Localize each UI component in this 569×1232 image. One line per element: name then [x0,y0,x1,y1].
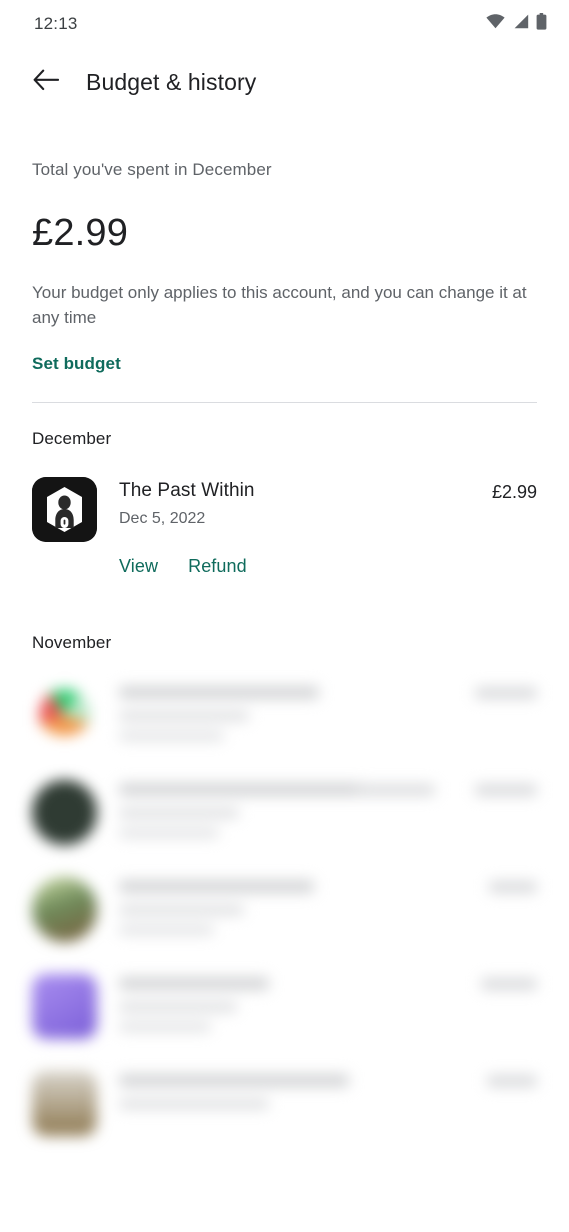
back-arrow-icon [33,69,60,96]
battery-icon [536,13,547,35]
obscured-meta [119,925,214,936]
list-item-app-icon [32,974,97,1040]
transaction-title: The Past Within [119,480,255,502]
table-row[interactable]: The Past Within Dec 5, 2022 £2.99 [0,449,569,543]
obscured-meta [119,828,219,839]
transaction-date: Dec 5, 2022 [119,510,206,528]
obscured-title [119,686,319,700]
refund-button[interactable]: Refund [188,556,247,577]
obscured-date [119,808,239,819]
list-item-details [97,683,475,742]
obscured-price [481,978,537,991]
total-spent-amount: £2.99 [32,212,129,254]
wifi-icon [486,14,505,34]
budget-summary: Total you've spent in December £2.99 You… [0,160,569,374]
list-item-details [97,877,489,936]
status-time: 12:13 [34,14,78,33]
list-item-app-icon [32,683,97,749]
list-item-app-icon [32,1071,97,1137]
table-row[interactable] [0,748,569,846]
month-header-december: December [32,429,112,449]
list-item-details [97,974,481,1033]
view-button[interactable]: View [119,556,158,577]
obscured-title [119,880,314,894]
list-item-app-icon [32,780,97,846]
app-bar: Budget & history [0,48,569,116]
month-header-november: November [32,633,112,653]
page-title: Budget & history [86,68,257,95]
obscured-price [487,1075,537,1088]
list-item-app-icon [32,877,97,943]
back-button[interactable] [24,60,68,104]
table-row[interactable] [0,653,569,749]
list-item-details [97,780,364,839]
set-budget-button[interactable]: Set budget [32,354,121,374]
the-past-within-app-icon [32,477,97,543]
obscured-price [475,687,537,700]
table-row[interactable] [0,845,569,943]
obscured-title [119,1074,349,1088]
transaction-price: £2.99 [491,482,537,503]
budget-note: Your budget only applies to this account… [32,283,527,327]
summary-label: Total you've spent in December [32,160,272,179]
transaction-actions: View Refund [0,542,569,577]
table-row[interactable] [0,942,569,1040]
obscured-price [489,881,537,894]
obscured-middle-label [355,784,435,797]
table-row[interactable] [0,1039,569,1137]
obscured-meta [119,1022,211,1033]
obscured-date [119,711,249,722]
obscured-price [475,784,537,797]
transaction-details: The Past Within Dec 5, 2022 [97,477,492,528]
obscured-title [119,977,269,991]
obscured-date [119,1002,237,1013]
obscured-date [119,1099,269,1110]
obscured-date [119,905,244,916]
cellular-signal-icon [512,14,529,34]
status-icons [486,13,547,35]
obscured-title [119,783,364,797]
obscured-meta [119,731,224,742]
list-item-details [97,1071,487,1110]
status-bar: 12:13 [0,0,569,48]
